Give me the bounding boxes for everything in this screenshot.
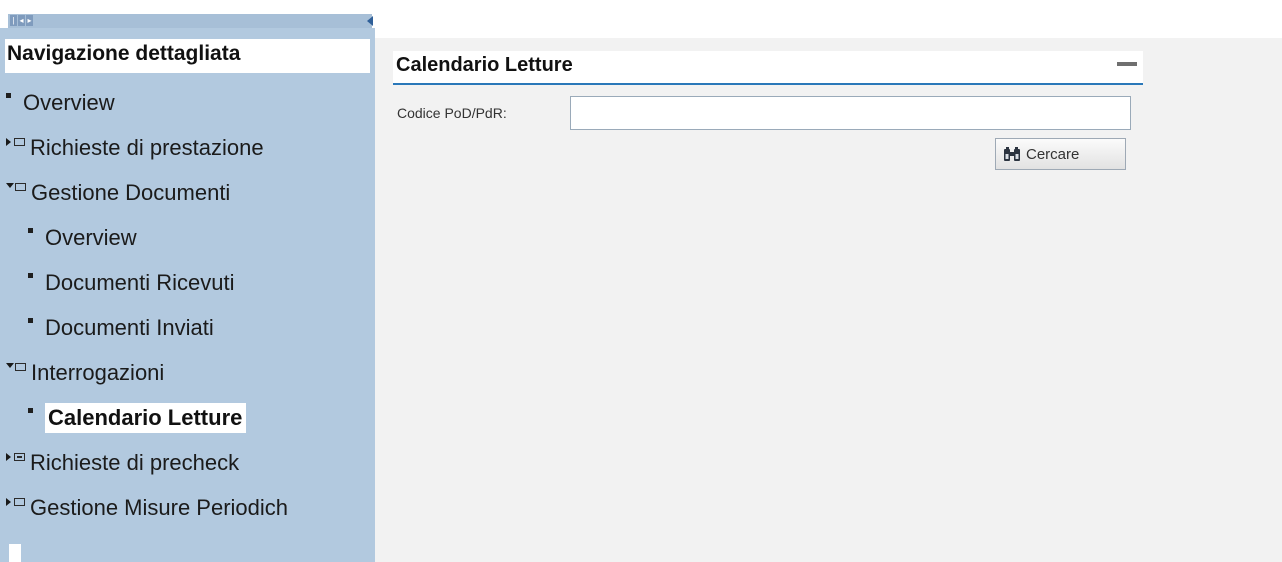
sidebar-item-label: Gestione Misure Periodich [30, 494, 289, 520]
expand-right-icon[interactable] [6, 137, 11, 146]
expand-down-icon[interactable] [6, 183, 14, 188]
sidebar-item-interrogazioni[interactable]: Interrogazioni [0, 350, 375, 395]
previous-page-icon[interactable]: ◂ [18, 14, 25, 26]
sidebar-item-gestione-misure-periodich[interactable]: Gestione Misure Periodich [0, 485, 375, 530]
expand-right-icon[interactable] [6, 452, 11, 461]
collapse-sidebar-icon[interactable] [367, 16, 373, 26]
search-button[interactable]: Cercare [995, 138, 1126, 170]
folder-icon [14, 137, 25, 146]
folder-icon [14, 497, 25, 506]
navigation-tree: Overview Richieste di prestazione Gestione… [0, 80, 375, 530]
sidebar-item-label: Calendario Letture [45, 402, 247, 433]
pager-controls: | ◂ ▸ [10, 14, 33, 26]
page-title: Calendario Letture [396, 54, 573, 76]
sidebar-item-documenti-inviati[interactable]: Documenti Inviati [0, 305, 375, 350]
expand-right-icon[interactable] [6, 497, 11, 506]
navigation-sidebar: | ◂ ▸ Navigazione dettagliata Overview Ri… [0, 0, 375, 562]
bullet-icon [28, 273, 33, 278]
sidebar-item-label: Documenti Ricevuti [45, 269, 235, 295]
expand-down-icon[interactable] [6, 363, 14, 368]
sidebar-item-label: Documenti Inviati [45, 314, 214, 340]
sidebar-item-label: Richieste di prestazione [30, 134, 264, 160]
main-top-bar [375, 0, 1282, 38]
sidebar-item-documenti-ricevuti[interactable]: Documenti Ricevuti [0, 260, 375, 305]
bullet-icon [28, 318, 33, 323]
pod-code-input[interactable] [570, 96, 1131, 130]
sidebar-item-richieste-di-prestazione[interactable]: Richieste di prestazione [0, 125, 375, 170]
sidebar-title: Navigazione dettagliata [5, 39, 370, 73]
next-page-icon[interactable]: ▸ [26, 14, 33, 26]
sidebar-item-label: Overview [45, 224, 137, 250]
sidebar-item-label: Gestione Documenti [31, 179, 231, 205]
sidebar-pager-strip [8, 14, 372, 28]
sidebar-item-calendario-letture[interactable]: Calendario Letture [0, 395, 375, 440]
sidebar-item-overview[interactable]: Overview [0, 80, 375, 125]
sidebar-item-richieste-di-precheck[interactable]: Richieste di precheck [0, 440, 375, 485]
first-page-icon[interactable]: | [10, 14, 17, 26]
sidebar-item-label: Interrogazioni [31, 359, 165, 385]
bullet-icon [28, 228, 33, 233]
pod-field-label: Codice PoD/PdR: [397, 105, 507, 121]
minimize-panel-icon[interactable] [1117, 62, 1137, 66]
sidebar-item-label: Overview [23, 89, 115, 115]
binoculars-icon [1004, 147, 1020, 161]
folder-icon [15, 362, 26, 371]
bullet-icon [6, 93, 11, 98]
sidebar-item-gestione-documenti[interactable]: Gestione Documenti [0, 170, 375, 215]
folder-icon [14, 452, 25, 461]
sidebar-item-label: Richieste di precheck [30, 449, 240, 475]
main-content: Calendario Letture Codice PoD/PdR: Cerca… [375, 0, 1282, 562]
folder-icon [15, 182, 26, 191]
bullet-icon [28, 408, 33, 413]
sidebar-footer-marker [9, 544, 21, 562]
search-button-label: Cercare [1026, 145, 1080, 163]
sidebar-item-overview[interactable]: Overview [0, 215, 375, 260]
panel-header: Calendario Letture [393, 51, 1143, 85]
pod-field-row: Codice PoD/PdR: [397, 96, 1131, 130]
